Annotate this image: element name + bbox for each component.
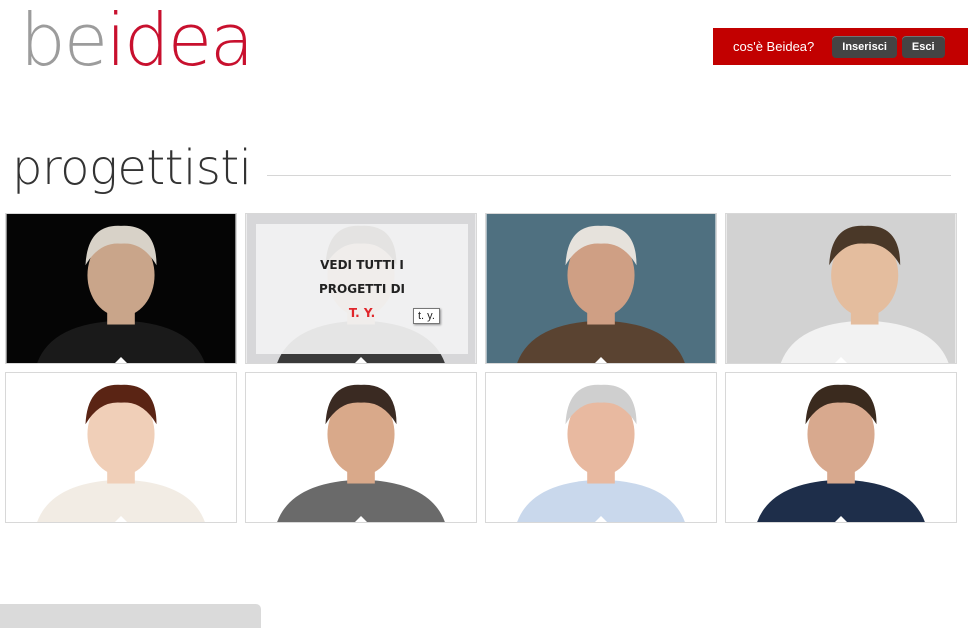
footer-tab bbox=[0, 604, 261, 628]
designer-card[interactable] bbox=[725, 372, 957, 523]
title-divider bbox=[267, 175, 951, 176]
designer-portrait bbox=[726, 214, 956, 363]
view-projects-overlay[interactable]: VEDI TUTTI I PROGETTI DI T. Y. bbox=[256, 224, 468, 354]
designer-portrait bbox=[486, 373, 716, 522]
section-title: progettisti bbox=[12, 140, 252, 196]
designer-card[interactable] bbox=[725, 213, 957, 364]
logo-part-idea: idea bbox=[106, 0, 254, 82]
card-pointer bbox=[115, 357, 127, 363]
overlay-line-2: PROGETTI DI bbox=[319, 282, 405, 296]
designer-portrait bbox=[246, 373, 476, 522]
designer-card[interactable] bbox=[485, 213, 717, 364]
top-nav-bar: cos'è Beidea? Inserisci Esci bbox=[713, 28, 968, 65]
name-tooltip: t. y. bbox=[413, 308, 440, 324]
designer-portrait bbox=[726, 373, 956, 522]
designer-portrait bbox=[486, 214, 716, 363]
card-pointer bbox=[115, 516, 127, 522]
designer-name: T. Y. bbox=[348, 306, 376, 320]
overlay-line-1: VEDI TUTTI I bbox=[320, 258, 404, 272]
card-pointer bbox=[355, 516, 367, 522]
beidea-logo[interactable]: beidea bbox=[20, 0, 254, 82]
designer-portrait bbox=[6, 373, 236, 522]
card-pointer bbox=[355, 357, 367, 363]
designer-portrait bbox=[6, 214, 236, 363]
logo-part-be: be bbox=[20, 0, 108, 82]
card-pointer bbox=[595, 357, 607, 363]
designer-card[interactable]: VEDI TUTTI I PROGETTI DI T. Y. t. y. bbox=[245, 213, 477, 364]
designer-card[interactable] bbox=[245, 372, 477, 523]
designer-card[interactable] bbox=[5, 213, 237, 364]
card-pointer bbox=[595, 516, 607, 522]
logout-button[interactable]: Esci bbox=[901, 35, 945, 58]
login-button[interactable]: Inserisci bbox=[832, 35, 897, 58]
about-link[interactable]: cos'è Beidea? bbox=[733, 39, 814, 54]
card-pointer bbox=[835, 516, 847, 522]
card-pointer bbox=[835, 357, 847, 363]
designer-card[interactable] bbox=[5, 372, 237, 523]
designer-card[interactable] bbox=[485, 372, 717, 523]
